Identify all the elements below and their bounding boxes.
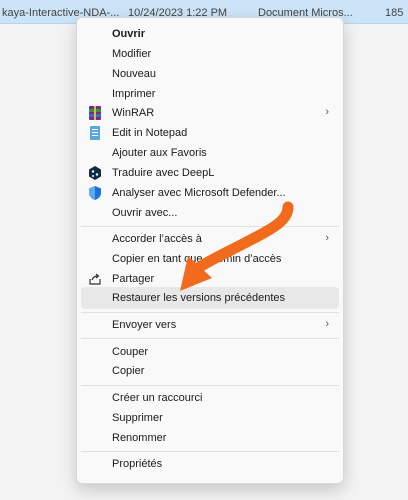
menu-item-label: Traduire avec DeepL [112,167,215,179]
menu-item-label: Ouvrir [112,28,146,40]
menu-item-rename[interactable]: Renommer [81,427,339,449]
menu-item-label: Analyser avec Microsoft Defender... [112,187,286,199]
menu-item-label: Modifier [112,48,152,60]
notepad-icon [90,126,100,140]
menu-separator [81,338,339,339]
menu-item-label: Restaurer les versions précédentes [112,292,286,304]
menu-item-delete[interactable]: Supprimer [81,407,339,429]
menu-item-label: Edit in Notepad [112,127,188,139]
menu-item-properties[interactable]: Propriétés [81,453,339,475]
menu-item-label: Supprimer [112,412,163,424]
menu-item-label: WinRAR [112,107,155,119]
menu-item-restore-previous-versions[interactable]: Restaurer les versions précédentes [81,287,339,309]
menu-item-label: Renommer [112,432,167,444]
menu-item-label: Partager [112,273,155,285]
file-size: 185 [385,7,404,19]
menu-item-label: Copier [112,365,145,377]
menu-item-add-to-favorites[interactable]: Ajouter aux Favoris [81,142,339,164]
menu-item-open-with[interactable]: Ouvrir avec... [81,202,339,224]
menu-separator [81,451,339,452]
menu-item-translate-deepl[interactable]: Traduire avec DeepL [81,162,339,184]
menu-item-winrar[interactable]: WinRAR › [81,102,339,124]
menu-item-label: Copier en tant que chemin d’accès [112,253,282,265]
menu-item-edit-in-notepad[interactable]: Edit in Notepad [81,122,339,144]
menu-item-edit[interactable]: Modifier [81,43,339,65]
menu-item-scan-defender[interactable]: Analyser avec Microsoft Defender... [81,182,339,204]
menu-item-label: Ouvrir avec... [112,207,178,219]
menu-separator [81,226,339,227]
menu-item-label: Ajouter aux Favoris [112,147,207,159]
menu-item-label: Imprimer [112,88,156,100]
submenu-arrow-icon: › [325,232,329,244]
menu-separator [81,385,339,386]
share-icon [89,273,101,285]
menu-item-label: Nouveau [112,68,157,80]
menu-item-label: Accorder l’accès à [112,233,202,245]
menu-item-send-to[interactable]: Envoyer vers › [81,314,339,336]
menu-item-give-access[interactable]: Accorder l’accès à › [81,228,339,250]
menu-item-copy-as-path[interactable]: Copier en tant que chemin d’accès [81,248,339,270]
menu-item-label: Propriétés [112,458,163,470]
menu-item-copy[interactable]: Copier [81,360,339,382]
menu-item-label: Envoyer vers [112,319,177,331]
menu-item-open[interactable]: Ouvrir [81,23,339,45]
menu-item-label: Créer un raccourci [112,392,203,404]
context-menu: Ouvrir Modifier Nouveau Imprimer WinRAR … [76,17,344,484]
defender-shield-icon [89,186,101,200]
menu-item-new[interactable]: Nouveau [81,63,339,85]
winrar-icon [89,106,101,120]
menu-separator [81,312,339,313]
menu-item-label: Couper [112,346,149,358]
deepl-icon [89,166,101,180]
submenu-arrow-icon: › [325,106,329,118]
submenu-arrow-icon: › [325,318,329,330]
menu-item-create-shortcut[interactable]: Créer un raccourci [81,387,339,409]
